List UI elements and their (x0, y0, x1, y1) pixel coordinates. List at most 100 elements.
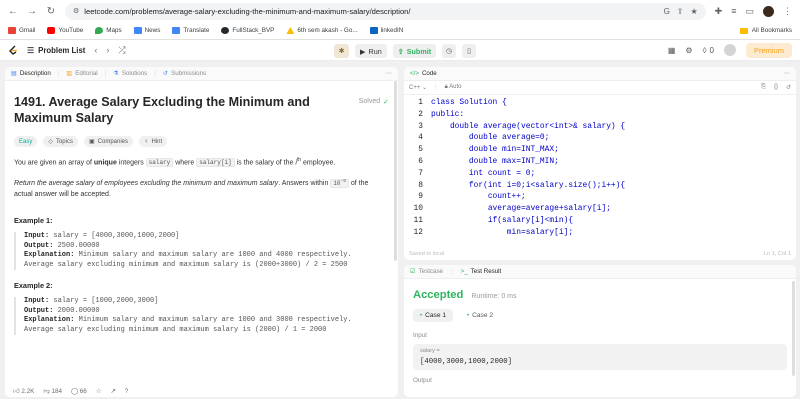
tab-testcase[interactable]: ☑ Testcase (410, 268, 443, 275)
leetcode-logo-icon[interactable] (8, 45, 18, 56)
workspace: ▤ Description | ▥ Editorial | ⚗ Solutions |… (0, 64, 800, 397)
description-footer: 👍︎ 2.2K 👎︎ 184 ◯ 66 ☆ ↗ ? (5, 385, 398, 397)
case-2-tab[interactable]: • Case 2 (460, 309, 500, 322)
reset-icon[interactable]: ↺ (786, 84, 791, 91)
address-bar[interactable]: ⚙ leetcode.com/problems/average-salary-e… (65, 2, 706, 20)
format-icon[interactable]: {} (774, 84, 778, 91)
dislike-button[interactable]: 👎︎ 184 (43, 387, 62, 395)
streak-counter[interactable]: ◊ 0 (703, 46, 714, 55)
example-2: Input: salary = [1000,2000,3000] Output:… (14, 297, 389, 336)
debug-icon[interactable]: ✱ (334, 44, 349, 58)
extensions-icon[interactable]: ✚ (715, 6, 723, 17)
topics-chip[interactable]: ◇ Topics (43, 136, 78, 147)
submit-button[interactable]: ⇪ Submit (392, 44, 437, 58)
tab-solutions[interactable]: ⚗ Solutions (113, 70, 147, 77)
user-avatar[interactable] (723, 44, 736, 56)
problem-list-button[interactable]: ☰ Problem List (27, 46, 85, 55)
menu-icon[interactable]: ⋮ (783, 6, 792, 17)
site-info-icon[interactable]: ⚙ (73, 7, 79, 15)
flask-icon: ⚗ (113, 70, 119, 77)
problem-title[interactable]: 1491. Average Salary Excluding the Minim… (14, 95, 314, 126)
auto-mode[interactable]: 🔒︎ Auto (445, 84, 462, 91)
share-icon[interactable]: ⇪ (677, 7, 684, 16)
companies-chip[interactable]: ▣ Companies (83, 136, 134, 147)
tab-test-result[interactable]: >_ Test Result (461, 268, 502, 275)
bookmark-news[interactable]: News (133, 27, 160, 34)
problem-return-statement: Return the average salary of employees e… (14, 179, 369, 199)
address-row: ← → ↻ ⚙ leetcode.com/problems/average-sa… (0, 0, 800, 22)
share-link-icon[interactable]: ↗ (110, 388, 115, 395)
bookmark-youtube[interactable]: YouTube (47, 27, 83, 34)
tab-editorial[interactable]: ▥ Editorial (66, 70, 97, 77)
bookmark-gmail[interactable]: Gmail (8, 27, 35, 34)
pass-dot-icon: • (420, 312, 423, 319)
all-bookmarks[interactable]: All Bookmarks (739, 27, 792, 34)
run-button[interactable]: ▶ Run (355, 44, 387, 58)
list-icon: ☰ (27, 45, 35, 55)
code-toolbar: C++ ⌄ | 🔒︎ Auto ⎘ {} ↺ (404, 81, 796, 95)
maps-icon (95, 27, 104, 34)
linkedin-icon (369, 27, 378, 34)
forward-icon[interactable]: → (27, 6, 37, 17)
settings-icon[interactable]: ⚙ (685, 46, 692, 55)
layout-icon[interactable]: ▦ (668, 46, 676, 55)
youtube-icon (47, 27, 56, 34)
reading-list-icon[interactable]: ≡ (731, 6, 736, 16)
bookmark-maps[interactable]: Maps (95, 27, 122, 34)
code-line: 6 double max=INT_MIN; (418, 156, 559, 166)
check-icon: ✓ (383, 99, 389, 106)
code-line: 5 double min=INT_MAX; (418, 145, 559, 155)
bookmark-translate[interactable]: Translate (172, 27, 209, 34)
case-1-tab[interactable]: • Case 1 (413, 309, 454, 322)
reload-icon[interactable]: ↻ (46, 6, 56, 17)
prev-problem-icon[interactable]: ‹ (94, 45, 97, 55)
bookmark-fullstack[interactable]: FullStack_BVP (221, 27, 274, 34)
notes-icon[interactable]: ▯ (462, 44, 477, 58)
terminal-icon: >_ (460, 268, 468, 275)
example-1: Input: salary = [4000,3000,1000,2000] Ou… (14, 232, 389, 271)
back-icon[interactable]: ← (8, 6, 18, 17)
google-icon[interactable]: G (664, 7, 670, 16)
code-panel: </> Code ⋯ C++ ⌄ | 🔒︎ Auto ⎘ {} ↺ 1 class … (404, 67, 796, 260)
help-icon[interactable]: ? (125, 388, 129, 395)
output-label: Output (413, 377, 432, 384)
code-line: 8 for(int i=0;i<salary.size();i++){ (418, 180, 626, 190)
next-problem-icon[interactable]: › (106, 45, 109, 55)
bookmark-icon[interactable]: ⎘ (761, 84, 766, 91)
timer-icon[interactable]: ◷ (442, 44, 457, 58)
code-line: 10 average=average+salary[i]; (413, 204, 611, 214)
history-icon: ↺ (162, 70, 169, 77)
case-tabs: • Case 1 • Case 2 (413, 309, 787, 322)
code-line: 7 int count = 0; (418, 168, 536, 178)
pass-dot-icon: • (467, 312, 470, 319)
more-icon[interactable]: ⋯ (386, 70, 392, 77)
shuffle-icon[interactable]: ⤮ (118, 45, 125, 56)
premium-button[interactable]: Premium (745, 42, 792, 58)
browser-chrome: ← → ↻ ⚙ leetcode.com/problems/average-sa… (0, 0, 800, 40)
like-button[interactable]: 👍︎ 2.2K (13, 387, 34, 395)
code-more-icon[interactable]: ⋯ (784, 70, 790, 77)
example-2-title: Example 2: (14, 281, 53, 291)
split-view-icon[interactable]: ▭ (745, 6, 754, 17)
input-value[interactable]: [4000,3000,1000,2000] (420, 358, 780, 366)
code-line: 3 double average(vector<int>& salary) { (418, 121, 626, 131)
profile-avatar[interactable] (763, 5, 774, 17)
bookmark-star-icon[interactable]: ★ (691, 7, 698, 16)
language-select[interactable]: C++ ⌄ (409, 84, 427, 91)
description-panel: ▤ Description | ▥ Editorial | ⚗ Solutions |… (5, 67, 398, 397)
problem-chips: Easy ◇ Topics ▣ Companies ♀ Hint (14, 136, 389, 147)
play-icon: ▶ (360, 46, 366, 56)
comments-button[interactable]: ◯ 66 (71, 388, 87, 395)
code-tabs: </> Code ⋯ (404, 67, 796, 81)
tab-description[interactable]: ▤ Description (11, 70, 51, 77)
code-editor[interactable]: 1 class Solution { 2 public: 3 double aver… (404, 95, 796, 240)
result-scrollbar[interactable] (792, 281, 795, 376)
hint-chip[interactable]: ♀ Hint (139, 136, 168, 147)
book-icon: ▥ (66, 70, 73, 77)
saved-status: Saved to local (409, 251, 445, 257)
bookmark-linkedin[interactable]: linkedIN (369, 27, 403, 34)
bookmark-6th-sem[interactable]: 6th sem akash - Go... (286, 27, 358, 34)
tab-submissions[interactable]: ↺ Submissions (163, 70, 206, 77)
tab-code[interactable]: </> Code (410, 70, 437, 77)
favorite-icon[interactable]: ☆ (96, 388, 102, 395)
